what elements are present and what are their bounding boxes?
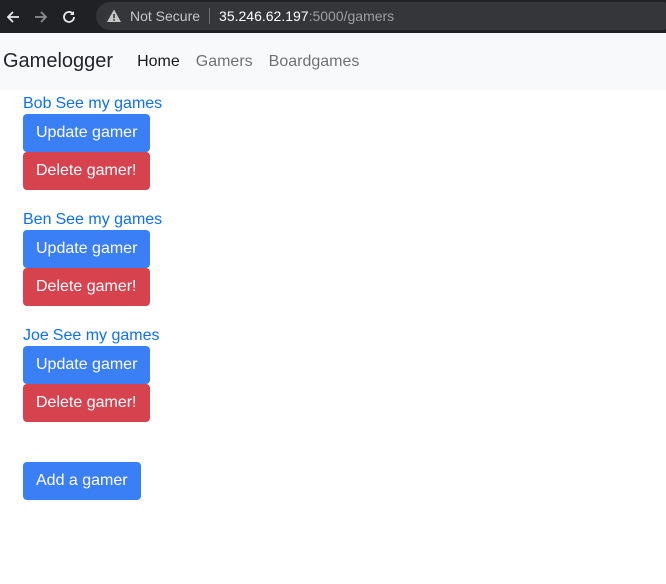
nav-link-boardgames[interactable]: Boardgames <box>269 53 360 71</box>
gamer-list: Bob See my games Update gamer Delete game… <box>0 94 666 500</box>
gamer-entry: Joe See my games Update gamer Delete game… <box>23 326 666 422</box>
gamer-name: Joe <box>23 327 49 344</box>
navbar-brand[interactable]: Gamelogger <box>3 50 113 73</box>
reload-icon <box>63 10 75 23</box>
gamer-name: Bob <box>23 95 52 112</box>
add-gamer-section: Add a gamer <box>23 462 666 500</box>
gamer-link-ben[interactable]: Ben See my games <box>23 210 666 230</box>
forward-button[interactable] <box>30 6 52 28</box>
address-divider <box>209 8 211 24</box>
url-path: :5000/gamers <box>308 8 395 24</box>
gamer-name: Ben <box>23 211 52 228</box>
security-label[interactable]: Not Secure <box>130 8 200 24</box>
gamer-link-text: See my games <box>55 211 163 228</box>
update-gamer-button[interactable]: Update gamer <box>23 114 151 152</box>
gamer-link-bob[interactable]: Bob See my games <box>23 94 666 114</box>
update-gamer-button[interactable]: Update gamer <box>23 346 151 384</box>
browser-toolbar: Not Secure 35.246.62.197:5000/gamers <box>0 0 666 33</box>
forward-arrow-icon <box>35 10 48 23</box>
nav-link-gamers[interactable]: Gamers <box>196 53 253 71</box>
warning-icon <box>106 8 122 24</box>
back-button[interactable] <box>2 6 24 28</box>
address-bar[interactable]: Not Secure 35.246.62.197:5000/gamers <box>96 2 666 30</box>
gamer-entry: Bob See my games Update gamer Delete game… <box>23 94 666 190</box>
update-gamer-button[interactable]: Update gamer <box>23 230 151 268</box>
delete-gamer-button[interactable]: Delete gamer! <box>23 384 150 422</box>
back-arrow-icon <box>6 10 19 23</box>
reload-button[interactable] <box>58 6 80 28</box>
gamer-link-joe[interactable]: Joe See my games <box>23 326 666 346</box>
url-host: 35.246.62.197 <box>219 8 309 24</box>
navbar: Gamelogger Home Gamers Boardgames <box>0 33 666 90</box>
gamer-entry: Ben See my games Update gamer Delete game… <box>23 210 666 306</box>
gamer-link-text: See my games <box>55 95 163 112</box>
delete-gamer-button[interactable]: Delete gamer! <box>23 268 150 306</box>
delete-gamer-button[interactable]: Delete gamer! <box>23 152 150 190</box>
gamer-link-text: See my games <box>52 327 160 344</box>
nav-link-home[interactable]: Home <box>137 53 180 71</box>
add-gamer-button[interactable]: Add a gamer <box>23 462 141 500</box>
